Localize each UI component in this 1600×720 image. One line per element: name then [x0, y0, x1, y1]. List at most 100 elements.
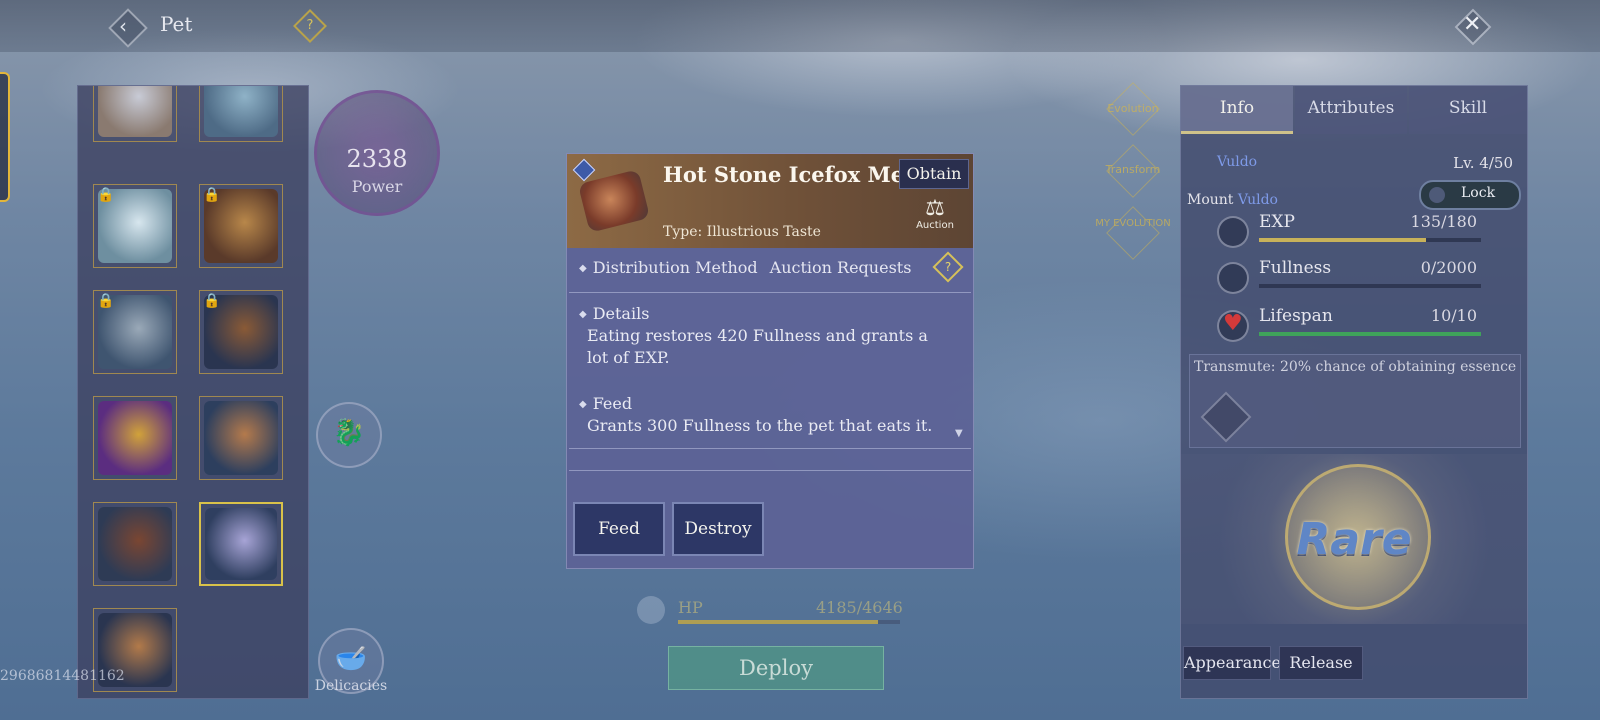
item-grade-icon: [572, 158, 596, 182]
item-detail-panel: Hot Stone Icefox Meat Obtain ⚖ Auction T…: [566, 153, 974, 569]
item-image: [577, 169, 651, 233]
pet-slot[interactable]: [199, 502, 283, 586]
tab-bar: Info Attributes Skill: [1181, 86, 1527, 134]
scroll-down-icon[interactable]: ▼: [955, 428, 963, 439]
page-title: Pet: [160, 12, 193, 36]
pet-slot[interactable]: 🔒: [93, 290, 177, 374]
bullet-icon: ◆: [579, 309, 587, 320]
mount-row: Mount Vuldo: [1187, 192, 1278, 208]
destroy-button[interactable]: Destroy: [672, 502, 764, 556]
pet-slot[interactable]: [93, 396, 177, 480]
pet-slot[interactable]: [93, 86, 177, 142]
auction-button[interactable]: ⚖ Auction: [915, 196, 955, 232]
stat-name: EXP: [1259, 212, 1295, 232]
release-button[interactable]: Release: [1279, 646, 1363, 680]
lock-icon: 🔒: [203, 187, 221, 203]
pet-portrait: [204, 86, 278, 137]
close-button[interactable]: ✕: [1454, 8, 1492, 46]
stat-value: 135/180: [1410, 212, 1477, 231]
my-evolution-button[interactable]: MY EVOLUTION: [1094, 218, 1172, 229]
stat-bar: [1259, 332, 1481, 336]
lock-toggle[interactable]: Lock: [1419, 180, 1521, 210]
tab-attributes[interactable]: Attributes: [1295, 86, 1407, 134]
hp-bar: [678, 620, 900, 624]
distribution-help-button[interactable]: ?: [932, 251, 964, 283]
toggle-knob: [1429, 187, 1445, 203]
pet-summon-button[interactable]: 🐉: [316, 402, 382, 468]
feed-section: ◆ Feed Grants 300 Fullness to the pet tha…: [579, 394, 947, 437]
rarity-area: Rare: [1181, 454, 1527, 624]
back-frame: [108, 8, 148, 48]
pet-portrait: [98, 507, 172, 581]
tab-skill[interactable]: Skill: [1409, 86, 1527, 134]
pet-slot[interactable]: 🔒: [199, 290, 283, 374]
appearance-button[interactable]: Appearance: [1183, 646, 1281, 680]
details-title: Details: [592, 304, 650, 323]
pet-name: Vuldo: [1217, 154, 1258, 170]
delicacies-label: Delicacies: [314, 678, 388, 694]
transform-button[interactable]: Transform: [1098, 163, 1168, 176]
back-button[interactable]: ‹: [108, 8, 148, 48]
auction-label: Auction: [916, 220, 954, 231]
creature-icon: 🐉: [332, 418, 366, 448]
essence-slot-icon[interactable]: [1200, 391, 1252, 443]
pet-slot[interactable]: [93, 502, 177, 586]
hp-bar-fill: [678, 620, 879, 624]
feed-title: Feed: [592, 394, 633, 413]
distribution-row: ◆ Distribution Method Auction Requests: [579, 258, 911, 277]
stat-bar-fill: [1259, 332, 1481, 336]
help-icon: ?: [306, 18, 314, 33]
pet-slot[interactable]: [199, 396, 283, 480]
stat-lifespan: Lifespan 10/10: [1217, 306, 1517, 346]
stat-name: Lifespan: [1259, 306, 1333, 326]
my-evolution-frame: [1106, 206, 1160, 260]
distribution-label: Distribution Method: [592, 258, 758, 277]
bullet-icon: ◆: [579, 263, 587, 274]
back-arrow-icon: ‹: [119, 14, 127, 38]
pet-portrait: [204, 401, 278, 475]
stat-exp: EXP 135/180: [1217, 212, 1517, 252]
evolution-button[interactable]: Evolution: [1098, 102, 1168, 115]
obtain-button[interactable]: Obtain: [899, 159, 969, 189]
pet-list: 🔒 🔒 🔒 🔒: [77, 85, 309, 699]
tab-info[interactable]: Info: [1181, 86, 1293, 134]
deploy-button[interactable]: Deploy: [668, 646, 884, 690]
top-bar: [0, 0, 1600, 52]
lock-icon: 🔒: [97, 187, 115, 203]
item-type: Type: Illustrious Taste: [663, 224, 821, 240]
power-label: Power: [351, 177, 403, 196]
mount-name: Vuldo: [1237, 192, 1278, 208]
pet-portrait: [205, 508, 277, 580]
help-icon: ?: [944, 260, 952, 274]
fullness-icon: [1217, 262, 1249, 294]
pet-portrait: [98, 401, 172, 475]
user-id: 29686814481162: [0, 668, 125, 684]
details-body: Eating restores 420 Fullness and grants …: [587, 326, 928, 367]
pet-slot[interactable]: [199, 86, 283, 142]
lock-icon: 🔒: [203, 293, 221, 309]
bullet-icon: ◆: [579, 399, 587, 410]
lock-label: Lock: [1461, 185, 1496, 201]
stat-value: 10/10: [1430, 306, 1477, 325]
item-name: Hot Stone Icefox Meat: [663, 162, 928, 187]
side-tab[interactable]: [0, 72, 10, 202]
hp-icon: [637, 596, 665, 624]
auction-icon: ⚖: [925, 196, 945, 221]
hp-label: HP: [678, 598, 703, 617]
stat-name: Fullness: [1259, 258, 1332, 278]
pet-slot[interactable]: 🔒: [93, 184, 177, 268]
food-bowl-icon: 🥣: [334, 644, 368, 674]
pet-slot[interactable]: 🔒: [199, 184, 283, 268]
pet-portrait: [98, 86, 172, 137]
feed-button[interactable]: Feed: [573, 502, 665, 556]
details-section: ◆ Details Eating restores 420 Fullness an…: [579, 304, 947, 369]
heart-icon: [1217, 310, 1249, 342]
feed-body: Grants 300 Fullness to the pet that eats…: [587, 416, 933, 435]
stat-bar: [1259, 238, 1481, 242]
stat-value: 0/2000: [1420, 258, 1477, 277]
hp-value: 4185/4646: [816, 598, 903, 617]
transmute-text: Transmute: 20% chance of obtaining essen…: [1194, 359, 1517, 375]
close-icon: ✕: [1463, 12, 1482, 37]
power-value: 2338: [346, 145, 408, 173]
rarity-label: Rare: [1296, 514, 1412, 565]
